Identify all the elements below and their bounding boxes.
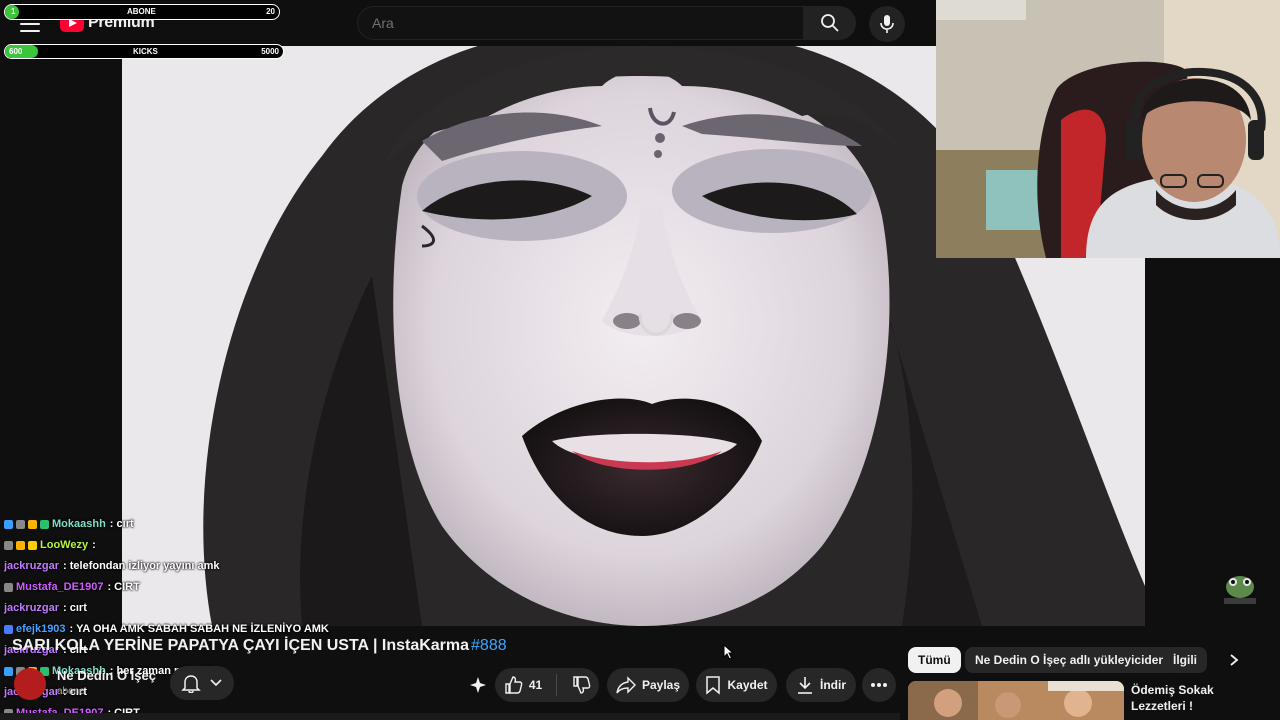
subscribe-goal-bar: 1 ABONE 20 — [4, 4, 280, 20]
chat-username[interactable]: Mustafa_DE1907 — [16, 579, 103, 596]
bell-icon — [181, 675, 201, 693]
chat-username[interactable]: jackruzgar — [4, 600, 59, 617]
chat-badge-icon — [4, 667, 13, 676]
video-hashtag[interactable]: #888 — [471, 637, 507, 654]
video-title: SARI KOLA YERİNE PAPATYA ÇAYI İÇEN USTA … — [12, 637, 507, 655]
save-button[interactable]: Kaydet — [696, 668, 777, 702]
chat-username[interactable]: efejk1903 — [16, 621, 66, 638]
related-video-thumbnail[interactable] — [908, 681, 1124, 720]
subscribe-goal-label: ABONE — [127, 7, 156, 16]
chat-message: jackruzgar : telefondan izliyor yayını am… — [4, 556, 364, 577]
chat-message-text: : telefondan izliyor yayını amk — [63, 560, 220, 572]
chat-message-text: : CIRT — [107, 581, 140, 593]
kicks-goal-current: 600 — [9, 47, 23, 56]
like-divider — [556, 674, 558, 696]
download-icon — [798, 677, 812, 694]
channel-subscriber-count: abone — [57, 686, 85, 697]
more-horizontal-icon — [871, 683, 887, 687]
more-actions-button[interactable] — [862, 668, 896, 702]
clip-button[interactable] — [464, 668, 492, 702]
chat-message-text: : cırt — [109, 518, 134, 530]
chat-badge-icon — [4, 541, 13, 550]
share-label: Paylaş — [641, 678, 681, 692]
share-button[interactable]: Paylaş — [607, 668, 689, 702]
frog-logo-icon — [1224, 576, 1256, 604]
chat-badge-icon — [40, 520, 49, 529]
channel-avatar[interactable] — [14, 668, 46, 700]
webcam-image — [936, 0, 1280, 258]
subscribe-goal-current: 1 — [11, 7, 16, 16]
chat-message: LooWezy: — [4, 535, 364, 556]
chat-badge-icon — [16, 541, 25, 550]
related-video-title[interactable]: Ödemiş Sokak Lezzetleri ! — [1131, 682, 1271, 714]
related-thumbnail-image — [908, 681, 1124, 720]
channel-name[interactable]: Ne Dedin O İşeç — [57, 668, 156, 683]
description-panel-edge — [0, 713, 900, 720]
search-box[interactable] — [357, 6, 804, 40]
mouse-cursor-icon — [723, 644, 735, 660]
search-icon — [821, 14, 839, 32]
like-count[interactable]: 41 — [529, 678, 542, 692]
download-label: İndir — [820, 678, 846, 692]
kicks-goal-bar: 600 KICKS 5000 — [4, 44, 284, 59]
streamer-webcam — [936, 0, 1280, 258]
chat-badge-icon — [16, 520, 25, 529]
like-icon[interactable] — [503, 675, 523, 695]
chat-message: jackruzgar : cırt — [4, 598, 364, 619]
search-input[interactable] — [358, 7, 803, 39]
chevron-right-icon — [1230, 654, 1239, 666]
video-title-text: SARI KOLA YERİNE PAPATYA ÇAYI İÇEN USTA … — [12, 637, 470, 654]
share-icon — [616, 676, 636, 694]
microphone-icon — [880, 15, 894, 33]
kicks-goal-target: 5000 — [261, 47, 279, 56]
chip-related[interactable]: İlgili — [1163, 647, 1207, 673]
subscribe-goal-target: 20 — [266, 7, 275, 16]
chips-next-button[interactable] — [1222, 648, 1246, 672]
chat-message-text: : cırt — [63, 602, 87, 614]
dislike-icon[interactable] — [571, 675, 591, 695]
bookmark-icon — [706, 676, 721, 695]
chat-badge-icon — [4, 625, 13, 634]
chat-message: Mustafa_DE1907 : CIRT — [4, 577, 364, 598]
notification-bell-button[interactable] — [170, 666, 234, 700]
like-dislike-group: 41 — [495, 668, 599, 702]
search-button[interactable] — [804, 6, 856, 40]
chat-username[interactable]: Mokaashh — [52, 516, 106, 533]
save-label: Kaydet — [727, 678, 768, 692]
kicks-goal-label: KICKS — [133, 47, 158, 56]
chat-badge-icon — [4, 583, 13, 592]
chat-badge-icon — [28, 541, 37, 550]
chip-from-uploader[interactable]: Ne Dedin O İşeç adlı yükleyiciden — [965, 647, 1176, 673]
chat-message-text: : YA OHA AMK SABAH SABAH NE İZLENİYO AMK — [69, 623, 329, 635]
sparkle-icon — [470, 677, 486, 693]
download-button[interactable]: İndir — [786, 668, 856, 702]
chip-all[interactable]: Tümü — [908, 647, 961, 673]
chevron-down-icon — [210, 679, 222, 687]
chat-message: Mokaashh: cırt — [4, 514, 364, 535]
chat-badge-icon — [28, 520, 37, 529]
chat-message-text: : — [92, 539, 96, 551]
chat-username[interactable]: LooWezy — [40, 537, 88, 554]
chat-badge-icon — [4, 520, 13, 529]
voice-search-button[interactable] — [869, 6, 905, 42]
chat-username[interactable]: jackruzgar — [4, 558, 59, 575]
